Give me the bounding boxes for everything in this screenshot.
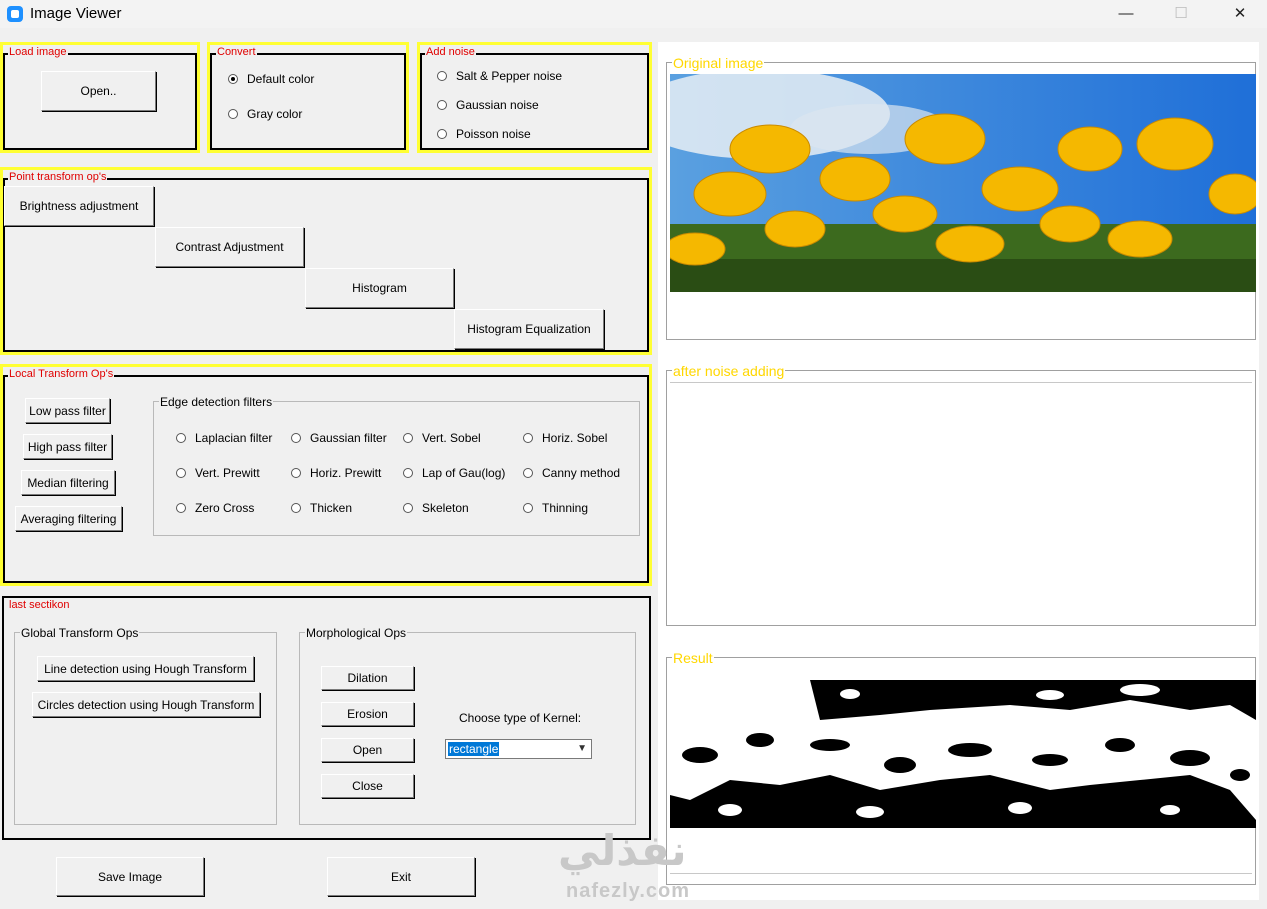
- maximize-icon[interactable]: ☐: [1158, 0, 1204, 28]
- kernel-select[interactable]: rectangle ▼: [445, 739, 592, 759]
- erosion-button[interactable]: Erosion: [321, 702, 414, 726]
- radio-skeleton[interactable]: Skeleton: [403, 501, 469, 515]
- minimize-icon[interactable]: —: [1103, 0, 1149, 28]
- radio-dot: [523, 468, 533, 478]
- radio-poisson-noise[interactable]: Poisson noise: [437, 127, 531, 141]
- edge-detection-legend: Edge detection filters: [159, 395, 274, 409]
- image-panels: Original image after noise adding Result: [658, 42, 1259, 900]
- watermark-arabic: نفذلي: [558, 827, 687, 874]
- contrast-adjustment-button[interactable]: Contrast Adjustment: [155, 227, 304, 267]
- radio-lap-of-gau[interactable]: Lap of Gau(log): [403, 466, 505, 480]
- local-transform-legend: Local Transform Op's: [8, 368, 115, 381]
- result-image-label: Result: [672, 650, 714, 666]
- open-button[interactable]: Open..: [41, 71, 156, 111]
- original-image-label: Original image: [672, 55, 765, 71]
- radio-dot: [523, 433, 533, 443]
- radio-dot: [291, 468, 301, 478]
- radio-dot-selected: [228, 74, 238, 84]
- kernel-label: Choose type of Kernel:: [459, 711, 582, 725]
- morph-close-button[interactable]: Close: [321, 774, 414, 798]
- radio-salt-pepper[interactable]: Salt & Pepper noise: [437, 69, 562, 83]
- exit-button[interactable]: Exit: [327, 857, 475, 896]
- radio-horiz-prewitt[interactable]: Horiz. Prewitt: [291, 466, 381, 480]
- chevron-down-icon[interactable]: ▼: [577, 743, 587, 754]
- result-image: [670, 680, 1256, 828]
- radio-laplacian-filter[interactable]: Laplacian filter: [176, 431, 272, 445]
- original-image-frame: [666, 62, 1256, 340]
- result-image-frame: [666, 657, 1256, 885]
- histogram-equalization-button[interactable]: Histogram Equalization: [454, 309, 604, 349]
- watermark-latin: nafezly.com: [566, 880, 690, 902]
- close-icon[interactable]: ✕: [1217, 0, 1263, 28]
- app-icon: [7, 6, 23, 22]
- window-title: Image Viewer: [30, 5, 122, 22]
- radio-dot: [176, 468, 186, 478]
- circles-detection-button[interactable]: Circles detection using Hough Transform: [32, 692, 260, 717]
- radio-dot: [228, 109, 238, 119]
- title-bar: Image Viewer — ☐ ✕: [0, 0, 1267, 28]
- radio-gaussian-filter[interactable]: Gaussian filter: [291, 431, 387, 445]
- morphological-legend: Morphological Ops: [305, 626, 408, 640]
- tulips-image: [670, 74, 1256, 292]
- load-image-legend: Load image: [8, 46, 68, 59]
- radio-dot: [291, 433, 301, 443]
- point-transform-legend: Point transform op's: [8, 171, 108, 184]
- convert-legend: Convert: [216, 46, 257, 59]
- radio-dot: [176, 503, 186, 513]
- radio-horiz-sobel[interactable]: Horiz. Sobel: [523, 431, 607, 445]
- radio-zero-cross[interactable]: Zero Cross: [176, 501, 254, 515]
- radio-thicken[interactable]: Thicken: [291, 501, 352, 515]
- radio-dot: [437, 100, 447, 110]
- radio-dot: [176, 433, 186, 443]
- radio-dot: [291, 503, 301, 513]
- radio-dot: [523, 503, 533, 513]
- histogram-button[interactable]: Histogram: [305, 268, 454, 308]
- low-pass-filter-button[interactable]: Low pass filter: [25, 398, 110, 423]
- kernel-selected-value: rectangle: [448, 742, 500, 756]
- radio-gray-color[interactable]: Gray color: [228, 107, 302, 121]
- radio-dot: [437, 71, 447, 81]
- radio-vert-sobel[interactable]: Vert. Sobel: [403, 431, 481, 445]
- line-detection-button[interactable]: Line detection using Hough Transform: [37, 656, 254, 681]
- brightness-adjustment-button[interactable]: Brightness adjustment: [4, 186, 154, 226]
- radio-vert-prewitt[interactable]: Vert. Prewitt: [176, 466, 260, 480]
- radio-dot: [437, 129, 447, 139]
- high-pass-filter-button[interactable]: High pass filter: [23, 434, 112, 459]
- last-section-legend: last sectikon: [8, 599, 71, 612]
- radio-dot: [403, 468, 413, 478]
- morph-open-button[interactable]: Open: [321, 738, 414, 762]
- radio-thinning[interactable]: Thinning: [523, 501, 588, 515]
- noise-image-label: after noise adding: [672, 363, 786, 379]
- averaging-filtering-button[interactable]: Averaging filtering: [15, 506, 122, 531]
- global-transform-legend: Global Transform Ops: [20, 626, 140, 640]
- radio-canny-method[interactable]: Canny method: [523, 466, 620, 480]
- dilation-button[interactable]: Dilation: [321, 666, 414, 690]
- radio-dot: [403, 503, 413, 513]
- radio-default-color[interactable]: Default color: [228, 72, 314, 86]
- radio-dot: [403, 433, 413, 443]
- add-noise-legend: Add noise: [425, 46, 476, 59]
- median-filtering-button[interactable]: Median filtering: [21, 470, 115, 495]
- save-image-button[interactable]: Save Image: [56, 857, 204, 896]
- radio-gaussian-noise[interactable]: Gaussian noise: [437, 98, 539, 112]
- noise-image-frame: [666, 370, 1256, 626]
